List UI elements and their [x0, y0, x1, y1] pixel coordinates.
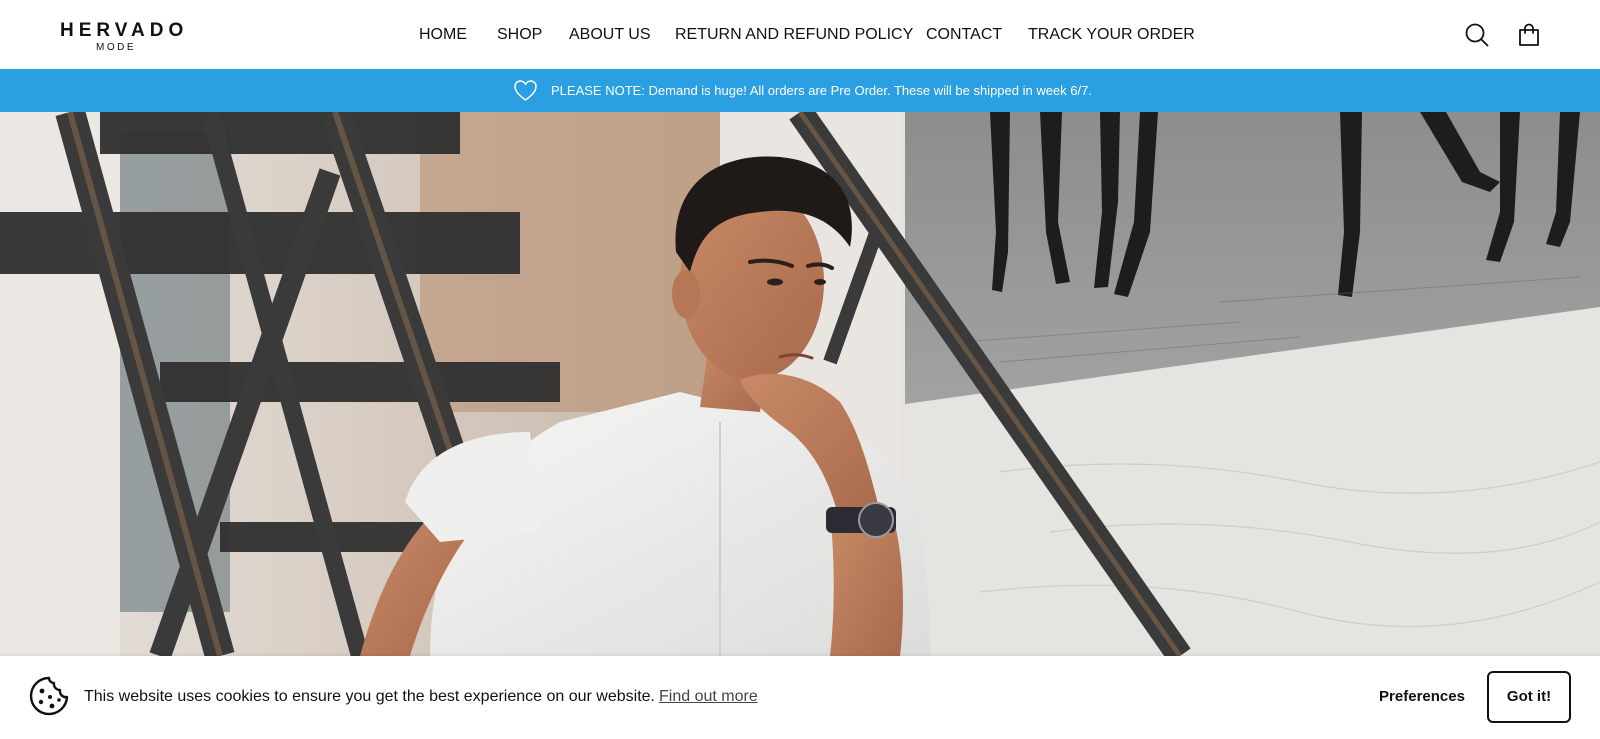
find-out-more-link[interactable]: Find out more [659, 688, 758, 705]
nav-item-shop[interactable]: SHOP [497, 24, 542, 46]
cookie-message-text: This website uses cookies to ensure you … [84, 688, 655, 705]
site-header: HERVADO MODE HOME SHOP ABOUT US RETURN A… [0, 0, 1600, 69]
cookie-icon [28, 675, 70, 717]
accept-cookies-button[interactable]: Got it! [1487, 671, 1571, 723]
hero-image [0, 112, 1600, 656]
search-icon[interactable] [1463, 21, 1491, 49]
nav-item-return-policy[interactable]: RETURN AND REFUND POLICY [675, 24, 913, 46]
shopping-bag-icon[interactable] [1515, 21, 1543, 49]
preferences-button[interactable]: Preferences [1374, 687, 1470, 707]
nav-item-home[interactable]: HOME [419, 24, 467, 46]
cookie-message: This website uses cookies to ensure you … [84, 687, 758, 707]
cookie-banner: This website uses cookies to ensure you … [0, 656, 1600, 739]
nav-item-track-order[interactable]: TRACK YOUR ORDER [1028, 24, 1195, 46]
nav-item-contact[interactable]: CONTACT [926, 24, 1002, 46]
announcement-bar: PLEASE NOTE: Demand is huge! All orders … [0, 69, 1600, 112]
nav-item-about-us[interactable]: ABOUT US [569, 24, 651, 46]
heart-icon [512, 77, 539, 104]
announcement-text: PLEASE NOTE: Demand is huge! All orders … [551, 83, 1092, 98]
main-navigation: HOME SHOP ABOUT US RETURN AND REFUND POL… [0, 24, 1600, 46]
